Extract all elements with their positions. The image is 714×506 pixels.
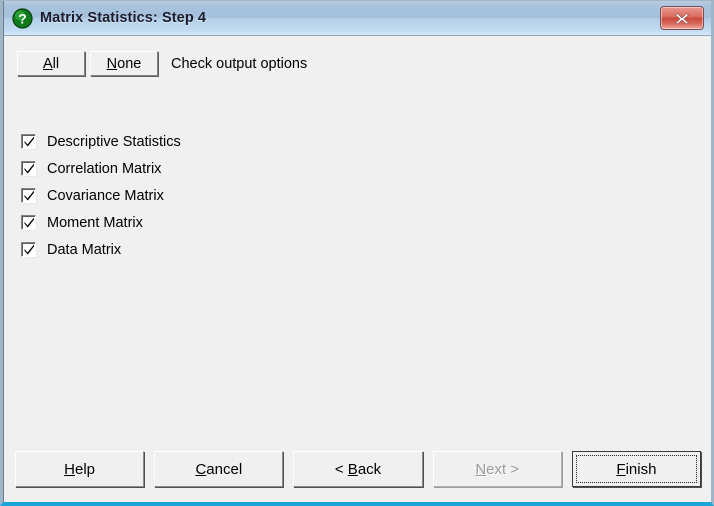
cancel-button-suffix: ancel bbox=[206, 460, 243, 478]
next-button: Next > bbox=[432, 451, 562, 487]
back-button-label: < Back bbox=[335, 461, 381, 478]
question-mark-green-icon: ? bbox=[12, 7, 33, 29]
help-button-accel: H bbox=[64, 460, 75, 478]
checkbox-checked-icon[interactable] bbox=[21, 134, 36, 149]
all-button-suffix: ll bbox=[52, 55, 60, 72]
all-button-label: All bbox=[43, 56, 59, 72]
finish-button-label: Finish bbox=[616, 461, 656, 478]
none-button-accel: N bbox=[106, 55, 118, 72]
back-button-accel: B bbox=[347, 460, 358, 478]
none-button-suffix: one bbox=[117, 55, 142, 72]
finish-button-suffix: inish bbox=[625, 460, 657, 478]
next-button-label: Next > bbox=[475, 461, 519, 478]
checkbox-checked-icon[interactable] bbox=[21, 161, 36, 176]
next-button-suffix: ext > bbox=[486, 460, 520, 478]
all-button-accel: A bbox=[42, 55, 53, 72]
help-button-label: Help bbox=[64, 461, 95, 478]
none-button[interactable]: None bbox=[90, 51, 158, 76]
checkbox-label: Correlation Matrix bbox=[47, 160, 162, 177]
checkbox-label: Moment Matrix bbox=[47, 214, 143, 231]
dialog-body: All None Check output options Descriptiv… bbox=[3, 36, 711, 502]
checkbox-label: Descriptive Statistics bbox=[47, 133, 181, 150]
window-title: Matrix Statistics: Step 4 bbox=[40, 10, 207, 26]
svg-text:?: ? bbox=[18, 10, 27, 26]
help-button[interactable]: Help bbox=[15, 451, 145, 487]
checkbox-label: Data Matrix bbox=[47, 241, 122, 258]
help-button-suffix: elp bbox=[75, 460, 96, 478]
checkbox-row-descriptive-statistics[interactable]: Descriptive Statistics bbox=[21, 128, 181, 155]
checkbox-checked-icon[interactable] bbox=[21, 188, 36, 203]
checkbox-checked-icon[interactable] bbox=[21, 215, 36, 230]
checkbox-label: Covariance Matrix bbox=[47, 187, 164, 204]
next-button-accel: N bbox=[475, 460, 487, 478]
checkbox-row-data-matrix[interactable]: Data Matrix bbox=[21, 236, 181, 263]
checkbox-row-moment-matrix[interactable]: Moment Matrix bbox=[21, 209, 181, 236]
checkbox-checked-icon[interactable] bbox=[21, 242, 36, 257]
finish-button[interactable]: Finish bbox=[571, 451, 702, 487]
output-options-list: Descriptive Statistics Correlation Matri… bbox=[21, 128, 181, 263]
checkbox-row-covariance-matrix[interactable]: Covariance Matrix bbox=[21, 182, 181, 209]
back-button[interactable]: < Back bbox=[293, 451, 423, 487]
none-button-label: None bbox=[107, 56, 142, 72]
checkbox-row-correlation-matrix[interactable]: Correlation Matrix bbox=[21, 155, 181, 182]
finish-button-accel: F bbox=[616, 460, 626, 478]
cancel-button-label: Cancel bbox=[195, 461, 242, 478]
dialog-window: ? Matrix Statistics: Step 4 All None Che… bbox=[0, 0, 714, 506]
back-button-suffix: ack bbox=[357, 460, 382, 478]
output-options-toolbar: All None Check output options bbox=[17, 51, 307, 76]
dialog-button-bar: Help Cancel < Back Next > Finish bbox=[3, 450, 711, 488]
all-button[interactable]: All bbox=[17, 51, 85, 76]
cancel-button-accel: C bbox=[195, 460, 207, 478]
cancel-button[interactable]: Cancel bbox=[154, 451, 284, 487]
close-button[interactable] bbox=[660, 6, 704, 30]
back-button-prefix: < bbox=[334, 460, 348, 478]
title-bar: ? Matrix Statistics: Step 4 bbox=[3, 1, 711, 36]
instruction-text: Check output options bbox=[171, 55, 308, 72]
